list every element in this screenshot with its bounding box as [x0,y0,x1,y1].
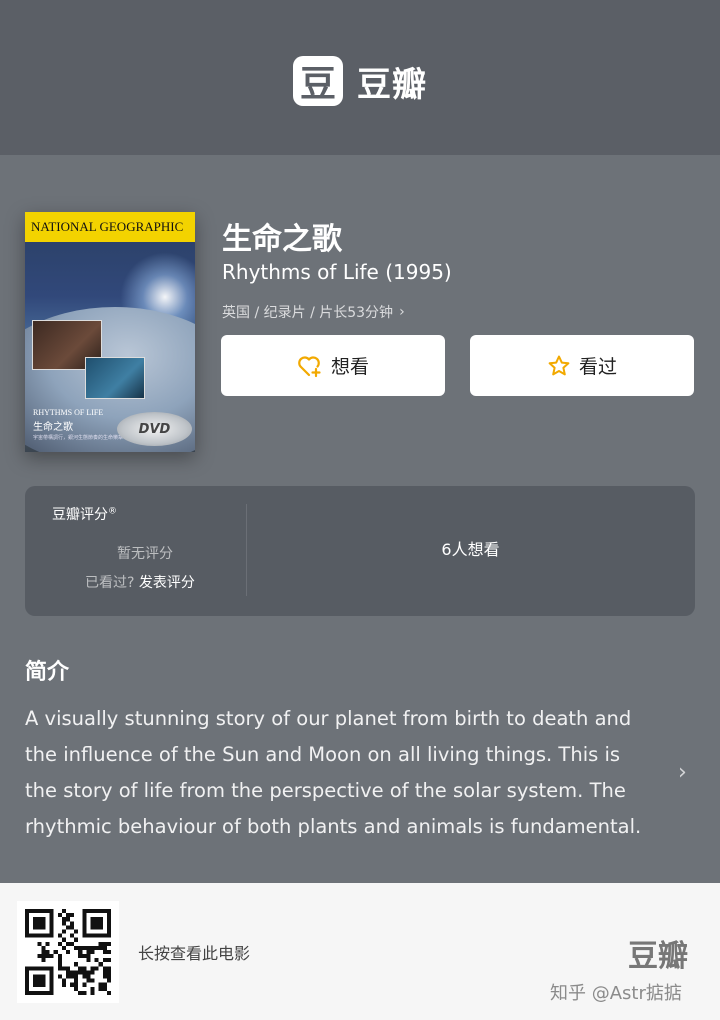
rating-card: 豆瓣评分® 暂无评分 已看过? 发表评分 6人想看 [25,486,695,616]
poster-caption-en: RHYTHMS OF LIFE [33,408,104,417]
rating-none-text: 暂无评分 [117,546,173,562]
chevron-right-icon[interactable]: › [678,760,687,785]
star-icon [548,355,570,375]
movie-title-cn: 生命之歌 [222,222,342,257]
share-footer: 长按查看此电影 豆瓣 知乎 @Astr掂掂 [0,883,720,1020]
poster-brand: NATIONAL GEOGRAPHIC [31,219,184,234]
want-label: 想看 [330,356,369,378]
douban-logo[interactable]: 豆 豆瓣 [293,56,427,106]
poster-caption-cn: 生命之歌 [33,422,73,433]
poster-still-image [85,357,145,399]
poster-dvd-disc: DVD [117,412,192,446]
poster-brand-band: NATIONAL GEOGRAPHIC [25,212,195,242]
watched-button[interactable]: 看过 [470,335,694,396]
long-press-hint: 长按查看此电影 [138,944,251,963]
want-count: 6人想看 [441,540,500,559]
heart-plus-icon [298,355,321,377]
qr-code[interactable] [17,901,119,1003]
registered-mark: ® [108,506,117,517]
rating-title-text: 豆瓣评分 [52,507,108,523]
poster-caption-small: 宇宙帶構調行，銀河生態節奏的生命樂章 [33,435,124,441]
want-to-watch-button[interactable]: 想看 [221,335,445,396]
rate-link[interactable]: 发表评分 [139,575,195,591]
movie-poster[interactable]: NATIONAL GEOGRAPHIC RHYTHMS OF LIFE 生命之歌… [25,212,195,452]
intro-text[interactable]: A visually stunning story of our planet … [25,701,650,845]
seen-prompt: 已看过? [85,575,135,591]
movie-meta-text: 英国 / 纪录片 / 片长53分钟 [222,305,394,321]
rating-seen-row: 已看过? 发表评分 [85,572,195,592]
intro-heading: 简介 [25,660,70,685]
seen-label: 看过 [578,356,617,378]
footer-logo: 豆瓣 [628,939,688,974]
app-header: 豆 豆瓣 [0,0,720,155]
chevron-right-icon: › [399,304,405,320]
qr-code-image [25,909,111,995]
watermark: 知乎 @Astr掂掂 [550,983,682,1004]
logo-text: 豆瓣 [357,64,427,105]
movie-title-en: Rhythms of Life (1995) [222,260,452,284]
movie-meta[interactable]: 英国 / 纪录片 / 片长53分钟 › [222,302,405,322]
rating-title: 豆瓣评分® [52,504,117,524]
logo-mark: 豆 [293,56,343,106]
